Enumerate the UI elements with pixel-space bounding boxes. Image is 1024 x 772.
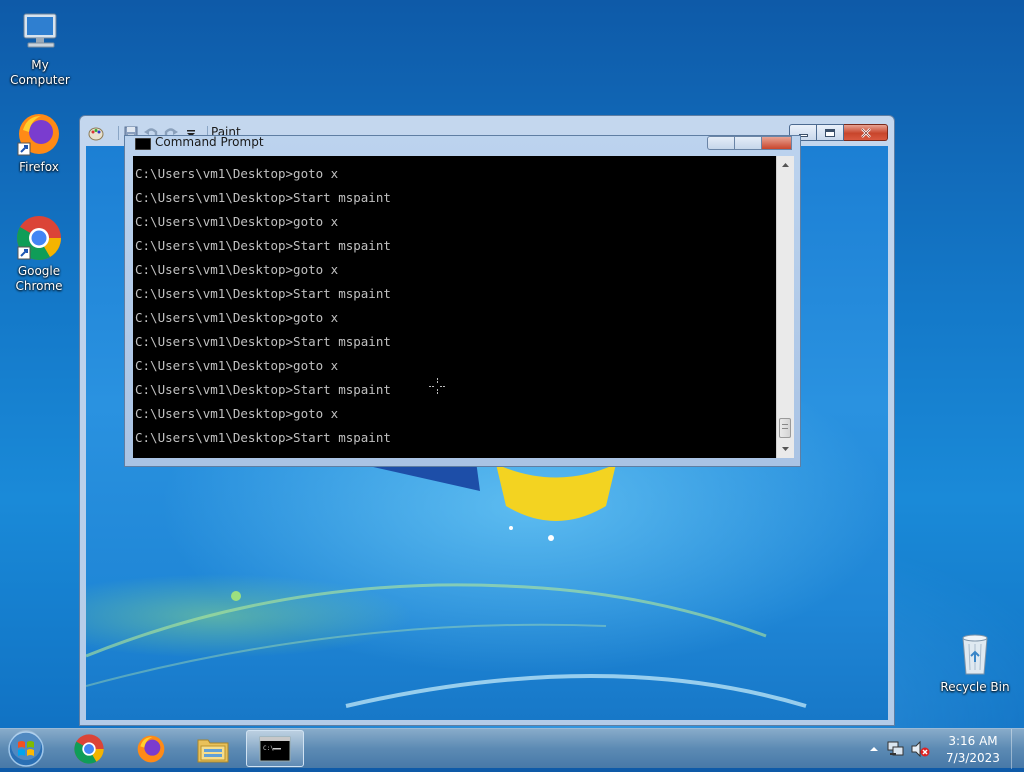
windows-logo-icon (8, 730, 44, 767)
cmd-caption-buttons (707, 136, 792, 150)
show-desktop-button[interactable] (1011, 729, 1024, 769)
desktop-icon-firefox[interactable]: Firefox (0, 110, 79, 175)
cmd-app-icon (135, 138, 151, 150)
scrollbar-thumb[interactable] (779, 418, 791, 438)
chrome-icon (15, 214, 63, 262)
start-button[interactable] (4, 730, 50, 768)
console-line: C:\Users\vm1\Desktop>Start mspaint (135, 334, 391, 349)
cmd-close-button[interactable] (762, 136, 792, 150)
cmd-titlebar[interactable]: Command Prompt (131, 136, 691, 156)
close-button[interactable] (844, 124, 888, 141)
taskbar: C:\ 3:16 AM 7/3/2023 (0, 728, 1024, 769)
cmd-window-title: Command Prompt (155, 136, 264, 149)
console-line: C:\Users\vm1\Desktop>Start mspaint (135, 238, 391, 253)
scroll-up-arrow-icon[interactable] (777, 158, 794, 172)
console-line: C:\Users\vm1\Desktop>goto x (135, 262, 339, 277)
cmd-minimize-button[interactable] (707, 136, 735, 150)
command-prompt-window[interactable]: Command Prompt C:\Users\vm1\Desktop>goto… (124, 135, 801, 467)
console-line: C:\Users\vm1\Desktop>Start mspaint (135, 430, 391, 445)
recycle-bin-icon (951, 630, 999, 678)
desktop-icon-label: Google Chrome (15, 264, 63, 293)
scroll-down-arrow-icon[interactable] (777, 442, 794, 456)
svg-text:C:\: C:\ (263, 745, 274, 752)
network-icon[interactable] (886, 739, 906, 759)
clock-time: 3:16 AM (948, 734, 998, 748)
desktop-icon-label: Recycle Bin (940, 680, 1010, 694)
notification-area (868, 729, 930, 769)
console-line: C:\Users\vm1\Desktop>Start mspaint (135, 190, 391, 205)
desktop-icon-google-chrome[interactable]: Google Chrome (0, 214, 79, 294)
desktop-icon-recycle-bin[interactable]: Recycle Bin (935, 630, 1015, 695)
cmd-maximize-button[interactable] (735, 136, 762, 150)
paint-app-icon[interactable] (88, 125, 104, 141)
console-line: C:\Users\vm1\Desktop>Start mspaint (135, 382, 391, 397)
console-output[interactable]: C:\Users\vm1\Desktop>goto x C:\Users\vm1… (133, 156, 776, 458)
computer-icon (16, 8, 64, 56)
desktop-icon-label: My Computer (10, 58, 70, 87)
taskbar-chrome[interactable] (61, 730, 117, 767)
show-hidden-icons-icon[interactable] (868, 743, 880, 755)
firefox-icon (15, 110, 63, 158)
file-explorer-icon (197, 739, 229, 762)
command-prompt-icon: C:\ (259, 736, 291, 761)
system-clock[interactable]: 3:16 AM 7/3/2023 (936, 733, 1010, 767)
qat-separator (108, 126, 119, 140)
console-line: C:\Users\vm1\Desktop>goto x (135, 214, 339, 229)
console-line: C:\Users\vm1\Desktop>Start mspaint (135, 286, 391, 301)
taskbar-firefox[interactable] (123, 730, 179, 767)
desktop-icon-my-computer[interactable]: My Computer (0, 8, 80, 88)
vertical-scrollbar[interactable] (776, 156, 794, 458)
taskbar-file-explorer[interactable] (185, 730, 241, 767)
firefox-icon (137, 735, 165, 762)
console-line: C:\Users\vm1\Desktop>goto x (135, 406, 339, 421)
crosshair-cursor (429, 378, 446, 395)
console-line: C:\Users\vm1\Desktop>goto x (135, 358, 339, 373)
taskbar-command-prompt[interactable]: C:\ (246, 730, 304, 767)
maximize-icon (825, 128, 835, 137)
caption-buttons (789, 124, 888, 141)
close-icon (860, 127, 871, 138)
clock-date: 7/3/2023 (946, 751, 1000, 765)
chrome-icon (74, 733, 104, 764)
maximize-button[interactable] (817, 124, 844, 141)
desktop-icon-label: Firefox (19, 160, 59, 174)
console-line: C:\Users\vm1\Desktop>goto x (135, 310, 339, 325)
console-line: C:\Users\vm1\Desktop>goto x (135, 166, 339, 181)
volume-muted-icon[interactable] (910, 739, 930, 759)
